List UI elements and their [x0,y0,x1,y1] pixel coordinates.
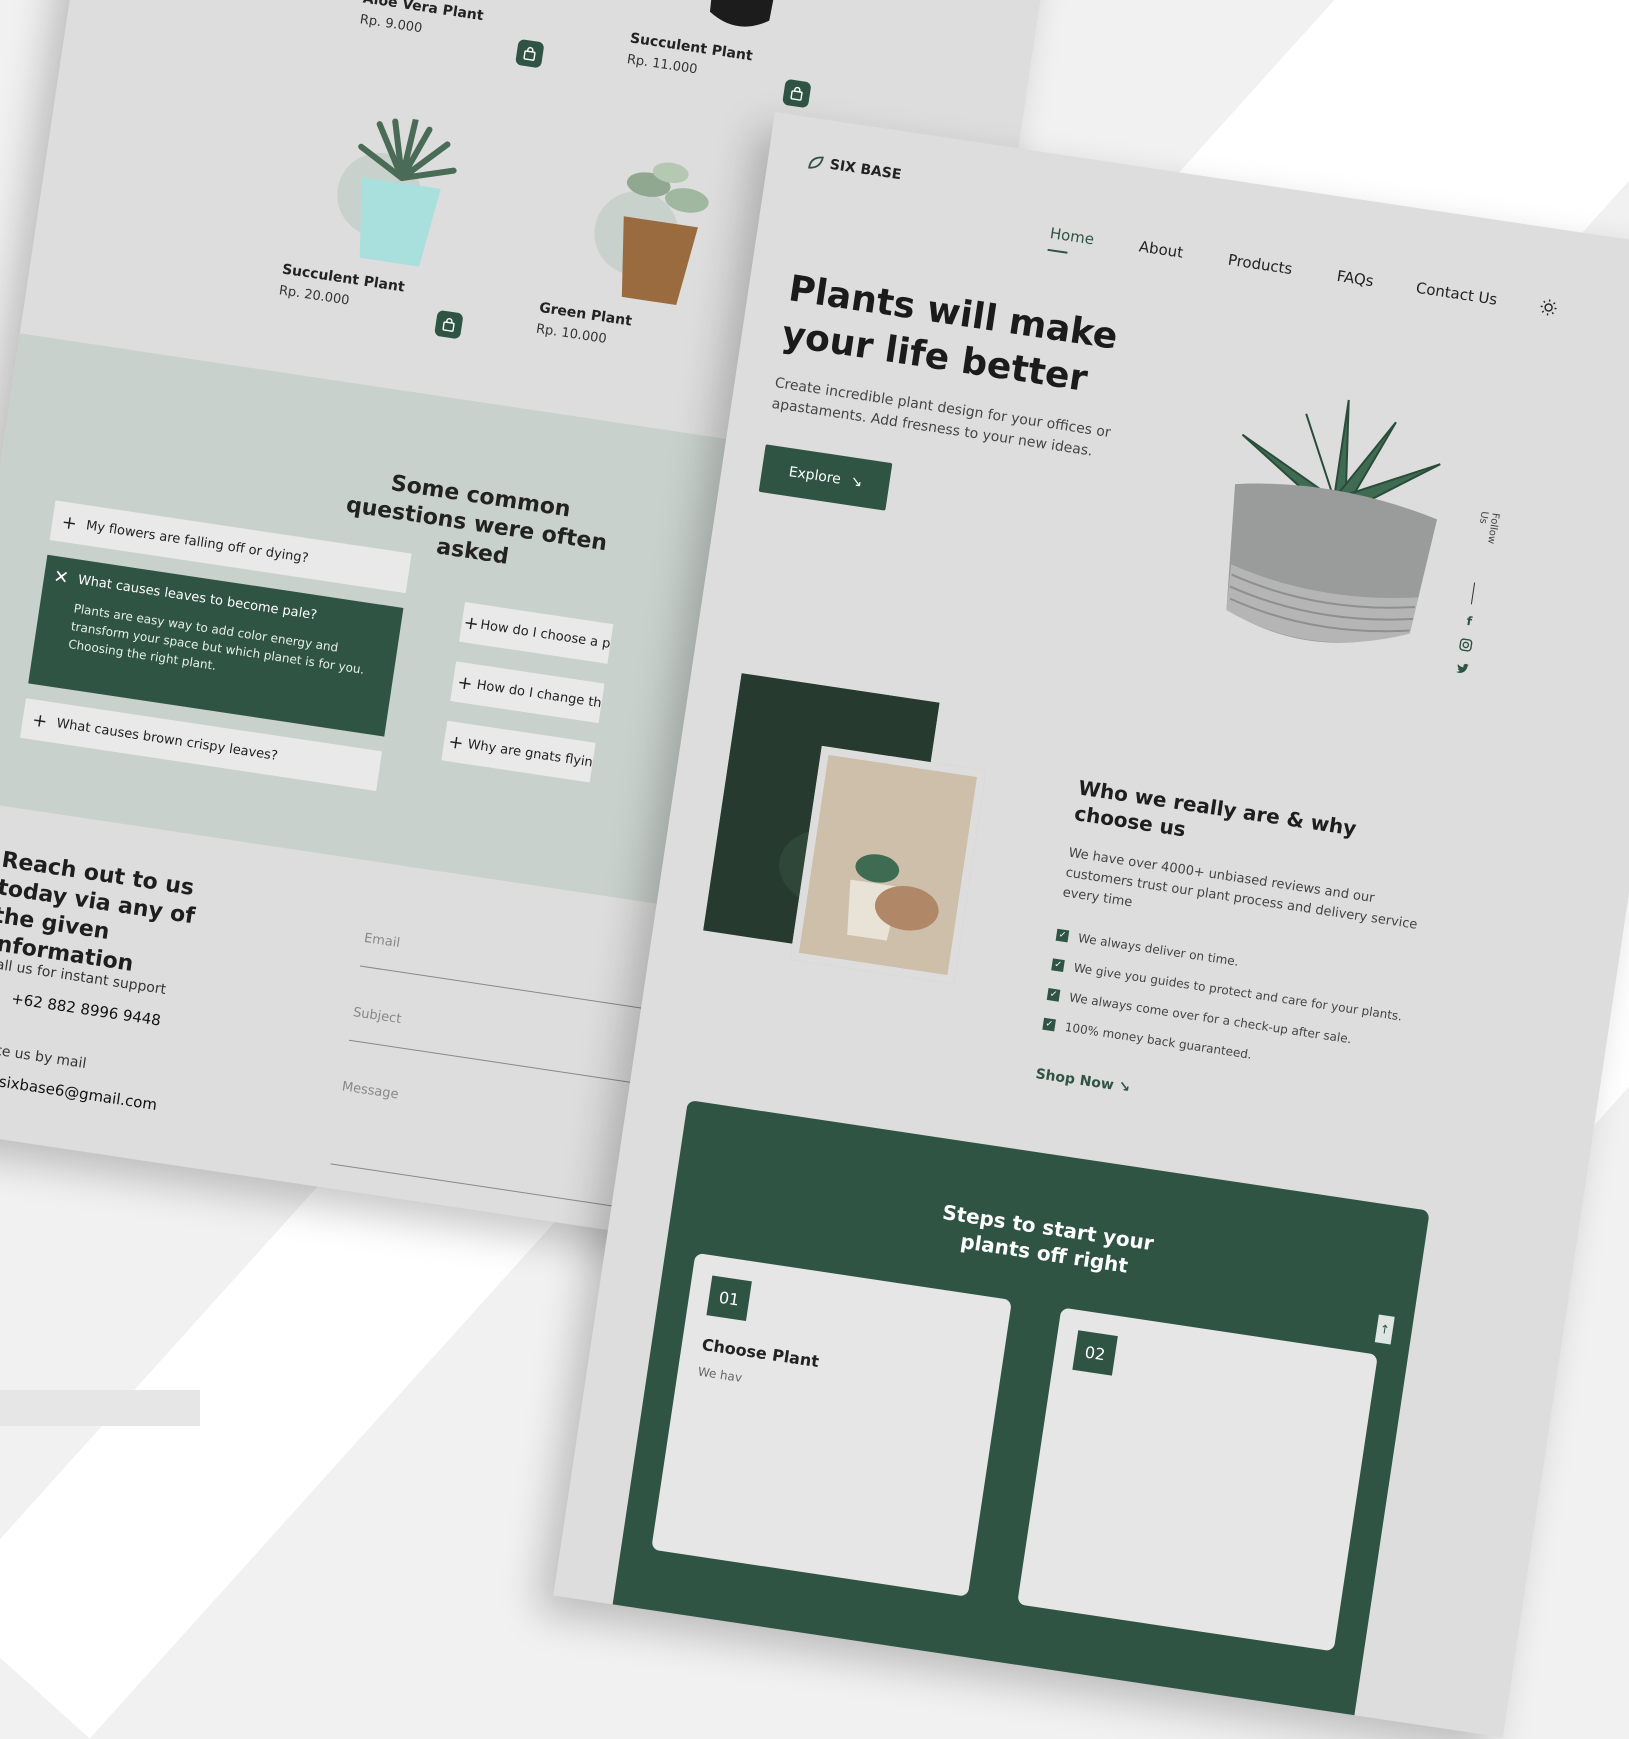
follow-us-label: Follow Us [1476,510,1501,545]
steps-title: Steps to start your plants off right [940,1199,1156,1278]
email-address[interactable]: sixbase6@gmail.com [0,1073,158,1114]
succulent-hero-image [1226,399,1441,643]
background-strip [0,1390,200,1426]
step-card: 02 [1017,1307,1378,1652]
nav-faqs[interactable]: FAQs [1336,267,1375,290]
twitter-icon[interactable] [1454,661,1470,677]
step-description: We hav [696,1364,743,1385]
bag-icon[interactable] [434,309,464,340]
product-price: Rp. 20.000 [277,283,351,309]
steps-section: Steps to start your plants off right ↑ 0… [611,1099,1430,1726]
divider [1470,582,1476,605]
step-number: 01 [706,1275,752,1321]
shop-now-label: Shop Now [1034,1066,1115,1094]
plus-icon: + [60,511,79,535]
phone-icon [0,987,1,1007]
sun-icon[interactable] [1538,297,1558,317]
nav-about[interactable]: About [1138,237,1185,261]
step-name: Choose Plant [700,1334,821,1372]
leaf-icon [808,156,824,169]
bag-icon[interactable] [782,78,812,109]
subject-field[interactable]: Subject [352,1005,402,1027]
benefit-text: We give you guides to protect and care f… [1072,960,1404,1024]
plus-icon: + [455,671,474,695]
product-price: Rp. 10.000 [535,321,608,347]
mail-label: Write us by mail [0,1039,88,1073]
social-sidebar: Follow Us f [1455,510,1509,673]
faq-question: What causes brown crispy leaves? [55,715,279,764]
check-icon: ✓ [1055,928,1070,943]
faq-item[interactable]: + How do I choose a p [459,602,614,664]
step-card: 01 Choose Plant We hav [651,1252,1012,1597]
nav-active-indicator [1047,248,1068,254]
plant-image [594,162,709,306]
check-icon: ✓ [1042,1017,1056,1032]
plus-icon: + [447,730,466,754]
arrow-down-right-icon: ↘ [849,473,864,491]
bag-icon[interactable] [515,38,545,69]
faq-question: How do I choose a p [479,617,612,652]
faq-item[interactable]: + How do I change th [450,661,605,724]
product-price: Rp. 9.000 [358,12,424,37]
benefit-text: We always deliver on time. [1077,930,1240,969]
explore-label: Explore [787,464,842,488]
product-card[interactable]: Succulent Plant Rp. 20.000 [278,103,525,340]
step-number: 02 [1072,1330,1118,1376]
product-card[interactable]: Green Plant Rp. 10.000 [535,142,782,347]
faq-item[interactable]: + Why are gnats flyin [441,720,596,783]
plus-icon: + [30,709,49,733]
email-field[interactable]: Email [363,931,401,951]
nav-products[interactable]: Products [1227,251,1294,278]
brand-name: SIX BASE [828,156,903,184]
faq-question: How do I change th [475,677,603,711]
faq-question: My flowers are falling off or dying? [85,517,310,566]
product-price: Rp. 11.000 [625,52,699,78]
brand-logo[interactable]: SIX BASE [807,154,903,184]
message-field[interactable]: Message [341,1079,400,1102]
check-icon: ✓ [1051,958,1065,973]
instagram-icon[interactable] [1458,637,1474,653]
facebook-icon[interactable]: f [1461,613,1477,629]
arrow-down-right-icon: ↘ [1117,1078,1132,1097]
phone-number[interactable]: +62 882 8996 9448 [10,989,162,1029]
nav-contact-us[interactable]: Contact Us [1415,279,1499,309]
scroll-top-button[interactable]: ↑ [1374,1314,1395,1345]
potted-plant-photo [789,745,986,985]
explore-button[interactable]: Explore ↘ [758,444,893,511]
check-icon: ✓ [1046,988,1061,1002]
close-icon[interactable]: ✕ [43,564,80,590]
shop-now-link[interactable]: Shop Now ↘ [1034,1066,1131,1096]
nav-home[interactable]: Home [1049,224,1095,248]
faq-question: Why are gnats flyin [466,736,594,771]
plant-image [337,116,457,267]
